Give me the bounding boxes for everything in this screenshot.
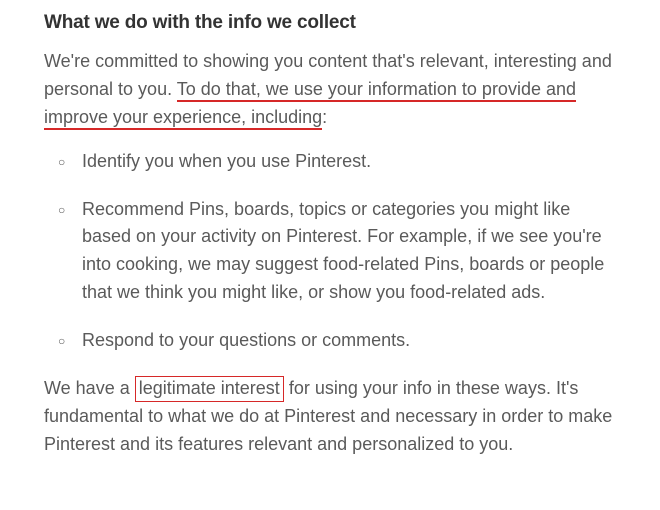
list-item: Identify you when you use Pinterest. xyxy=(82,148,616,176)
list-item: Respond to your questions or comments. xyxy=(82,327,616,355)
outro-boxed-text: legitimate interest xyxy=(135,376,284,402)
bullet-list: Identify you when you use Pinterest. Rec… xyxy=(44,148,616,355)
intro-paragraph: We're committed to showing you content t… xyxy=(44,48,616,132)
list-item: Recommend Pins, boards, topics or catego… xyxy=(82,196,616,308)
outro-text-before: We have a xyxy=(44,378,135,398)
section-heading: What we do with the info we collect xyxy=(44,12,616,34)
outro-paragraph: We have a legitimate interest for using … xyxy=(44,375,616,459)
intro-text-after: : xyxy=(322,107,327,127)
